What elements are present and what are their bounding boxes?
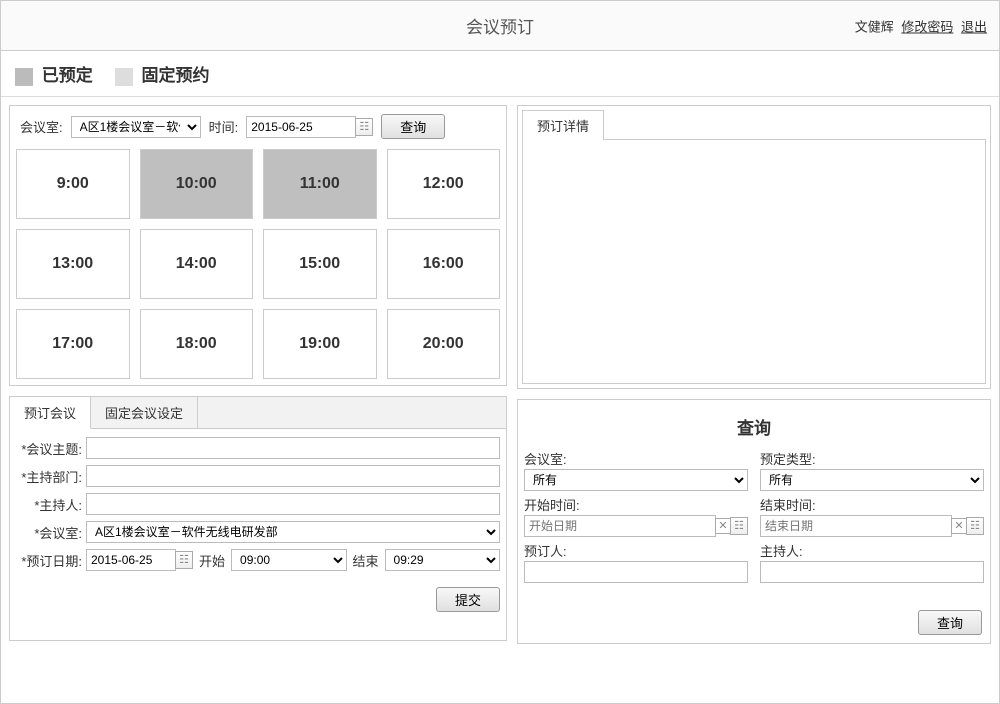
current-user: 文健辉: [855, 19, 894, 34]
room-label: *会议室:: [16, 523, 86, 542]
filter-date-input[interactable]: [246, 116, 356, 138]
booking-tabs: 预订会议 固定会议设定: [10, 397, 506, 429]
legend-fixed: 固定预约: [115, 61, 210, 86]
timeslot-1600[interactable]: 16:00: [387, 229, 501, 299]
query-title: 查询: [524, 406, 984, 449]
q-booker-label: 预订人:: [524, 541, 748, 560]
q-host-label: 主持人:: [760, 541, 984, 560]
end-time-select[interactable]: 09:29: [385, 549, 500, 571]
q-start-label: 开始时间:: [524, 495, 748, 514]
calendar-icon[interactable]: ☷: [966, 517, 984, 535]
legend-booked-label: 已预定: [42, 66, 93, 85]
query-button[interactable]: 查询: [918, 610, 982, 635]
host-label: *主持人:: [16, 495, 86, 514]
content: 会议室: A区1楼会议室－软件 时间: ☷ 查询 9:0010:0011:001…: [1, 97, 999, 652]
clear-icon[interactable]: ✕: [951, 518, 967, 534]
subject-input[interactable]: [86, 437, 500, 459]
header-user-area: 文健辉 修改密码 退出: [855, 16, 987, 35]
left-column: 会议室: A区1楼会议室－软件 时间: ☷ 查询 9:0010:0011:001…: [9, 105, 507, 644]
q-room-select[interactable]: 所有: [524, 469, 748, 491]
timeslot-1300[interactable]: 13:00: [16, 229, 130, 299]
app-header: 会议预订 文健辉 修改密码 退出: [1, 1, 999, 51]
timeslot-1100[interactable]: 11:00: [263, 149, 377, 219]
tab-fixed-meeting[interactable]: 固定会议设定: [91, 397, 198, 428]
timeslot-1700[interactable]: 17:00: [16, 309, 130, 379]
start-label: 开始: [199, 551, 225, 570]
logout-link[interactable]: 退出: [961, 19, 987, 34]
legend-bar: 已预定 固定预约: [1, 51, 999, 97]
timeslot-2000[interactable]: 20:00: [387, 309, 501, 379]
book-date-label: *预订日期:: [16, 551, 86, 570]
end-label: 结束: [353, 551, 379, 570]
detail-panel: 预订详情: [517, 105, 991, 389]
calendar-icon[interactable]: ☷: [355, 118, 373, 136]
clear-icon[interactable]: ✕: [715, 518, 731, 534]
legend-booked-swatch: [15, 68, 33, 86]
calendar-icon[interactable]: ☷: [730, 517, 748, 535]
legend-booked: 已预定: [15, 61, 93, 86]
timeslot-1400[interactable]: 14:00: [140, 229, 254, 299]
q-end-input[interactable]: [760, 515, 952, 537]
q-room-label: 会议室:: [524, 449, 748, 468]
right-column: 预订详情 查询 会议室: 所有 预定类型: 所有 开始时间:: [517, 105, 991, 644]
q-booker-input[interactable]: [524, 561, 748, 583]
submit-button[interactable]: 提交: [436, 587, 500, 612]
filter-room-label: 会议室:: [20, 117, 63, 136]
filter-room-select[interactable]: A区1楼会议室－软件: [71, 116, 201, 138]
timeslot-1900[interactable]: 19:00: [263, 309, 377, 379]
dept-input[interactable]: [86, 465, 500, 487]
filter-row: 会议室: A区1楼会议室－软件 时间: ☷ 查询: [16, 112, 500, 149]
book-date-input[interactable]: [86, 549, 176, 571]
room-select[interactable]: A区1楼会议室－软件无线电研发部: [86, 521, 500, 543]
query-grid: 会议室: 所有 预定类型: 所有 开始时间: ✕ ☷ 结束时间:: [524, 449, 984, 583]
page-title: 会议预订: [1, 13, 999, 38]
q-start-input[interactable]: [524, 515, 716, 537]
host-input[interactable]: [86, 493, 500, 515]
legend-fixed-label: 固定预约: [141, 66, 209, 85]
timeslot-panel: 会议室: A区1楼会议室－软件 时间: ☷ 查询 9:0010:0011:001…: [9, 105, 507, 386]
tab-book-meeting[interactable]: 预订会议: [10, 397, 91, 429]
subject-label: *会议主题:: [16, 439, 86, 458]
timeslot-900[interactable]: 9:00: [16, 149, 130, 219]
query-panel: 查询 会议室: 所有 预定类型: 所有 开始时间: ✕ ☷: [517, 399, 991, 644]
detail-body: [522, 139, 986, 384]
filter-query-button[interactable]: 查询: [381, 114, 445, 139]
dept-label: *主持部门:: [16, 467, 86, 486]
booking-panel: 预订会议 固定会议设定 *会议主题: *主持部门: *主持人: *会议室: A区…: [9, 396, 507, 641]
legend-fixed-swatch: [115, 68, 133, 86]
change-password-link[interactable]: 修改密码: [901, 19, 953, 34]
q-host-input[interactable]: [760, 561, 984, 583]
q-type-select[interactable]: 所有: [760, 469, 984, 491]
timeslot-1500[interactable]: 15:00: [263, 229, 377, 299]
q-type-label: 预定类型:: [760, 449, 984, 468]
detail-tab[interactable]: 预订详情: [522, 110, 604, 140]
filter-time-label: 时间:: [209, 117, 239, 136]
q-end-label: 结束时间:: [760, 495, 984, 514]
timeslot-1200[interactable]: 12:00: [387, 149, 501, 219]
start-time-select[interactable]: 09:00: [231, 549, 346, 571]
timeslot-grid: 9:0010:0011:0012:0013:0014:0015:0016:001…: [16, 149, 500, 379]
timeslot-1800[interactable]: 18:00: [140, 309, 254, 379]
timeslot-1000[interactable]: 10:00: [140, 149, 254, 219]
calendar-icon[interactable]: ☷: [175, 551, 193, 569]
